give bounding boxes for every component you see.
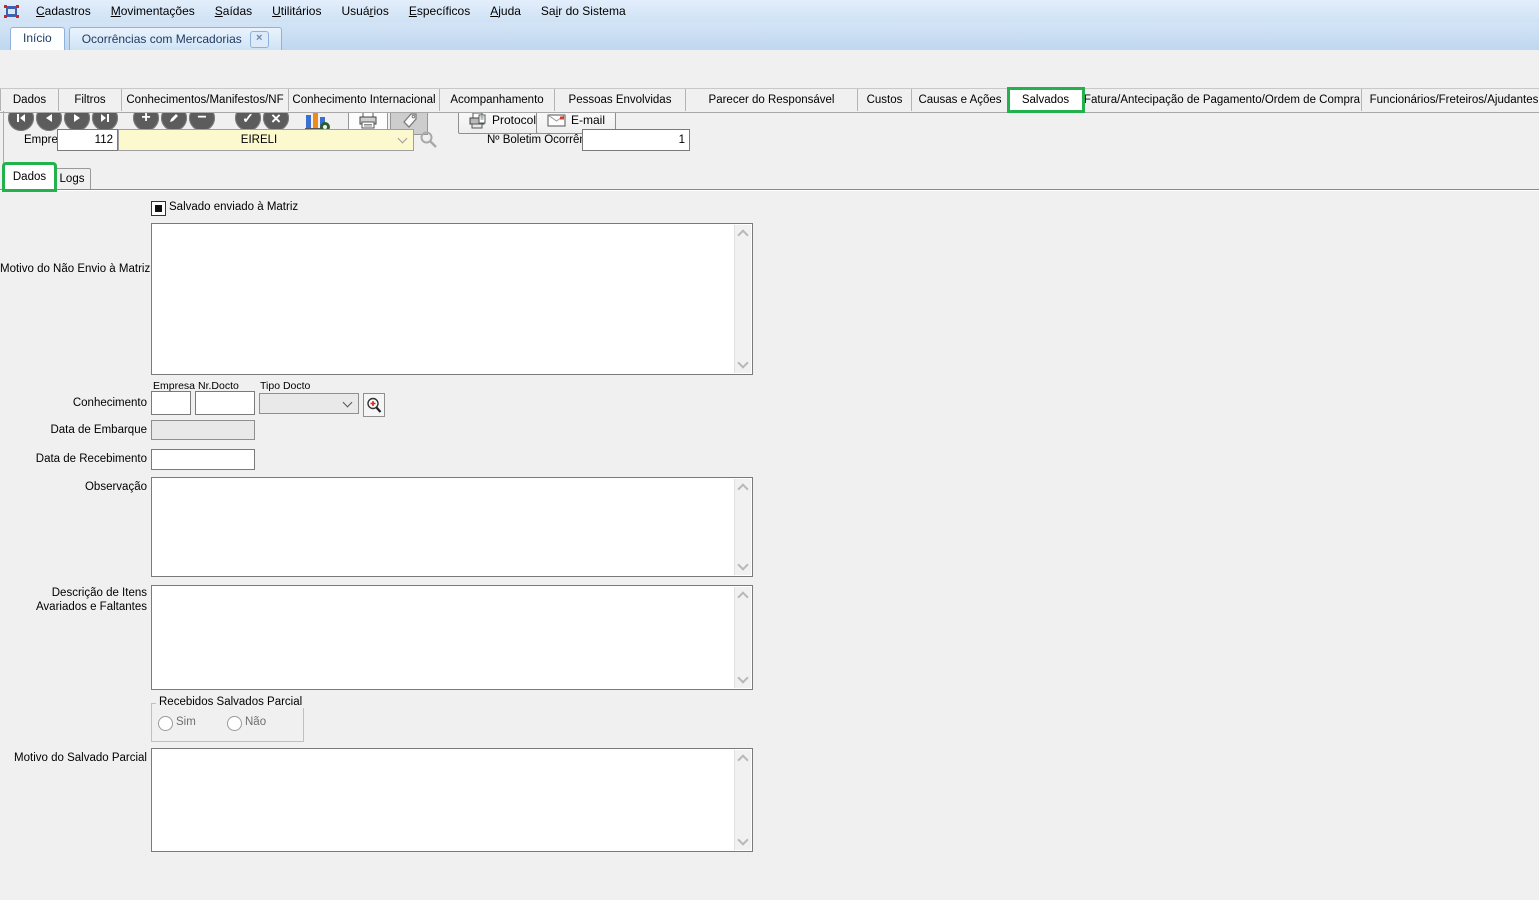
empresa-code-input[interactable] — [57, 129, 118, 151]
chevron-down-icon[interactable] — [397, 133, 408, 144]
sub-tab-dados[interactable]: Dados — [2, 162, 57, 192]
main-tab-acompanhamento[interactable]: Acompanhamento — [440, 89, 555, 111]
menu-item-movimentacoes[interactable]: Movimentações — [101, 2, 205, 20]
vertical-scrollbar[interactable] — [734, 587, 751, 688]
main-tab-funcionarios-freteiros-ajudantes[interactable]: Funcionários/Freteiros/Ajudantes — [1362, 89, 1539, 111]
previous-record-icon — [46, 114, 52, 122]
observacao-label: Observação — [84, 481, 147, 493]
empresa-name-combo[interactable]: EIRELI — [118, 129, 414, 151]
radio-sim-label: Sim — [176, 716, 196, 728]
main-tab-causas-e-acoes[interactable]: Causas e Ações — [912, 89, 1009, 111]
tipo-docto-select[interactable] — [259, 393, 359, 414]
app-icon — [4, 4, 19, 18]
conhecimento-nrdocto-input[interactable] — [195, 391, 255, 415]
menu-item-cadastros[interactable]: Cadastros — [26, 2, 101, 20]
observacao-textarea[interactable] — [151, 477, 753, 577]
last-record-icon — [101, 114, 109, 122]
document-tab-bar: Início Ocorrências com Mercadorias × — [0, 22, 1539, 51]
menu-item-utilitarios[interactable]: Utilitários — [262, 2, 331, 20]
main-tab-pessoas-envolvidas[interactable]: Pessoas Envolvidas — [555, 89, 686, 111]
app-window: Cadastros Movimentações Saídas Utilitári… — [0, 0, 1539, 900]
next-record-icon — [74, 114, 80, 122]
pencil-icon — [170, 114, 178, 122]
descricao-itens-textarea[interactable] — [151, 585, 753, 690]
empresa-name-value: EIRELI — [240, 134, 278, 146]
email-icon — [547, 114, 566, 126]
sub-tab-logs[interactable]: Logs — [53, 168, 91, 190]
email-label: E-mail — [571, 113, 606, 127]
main-tab-conhecimentos-manifestos-nf[interactable]: Conhecimentos/Manifestos/NF — [122, 89, 289, 111]
data-embarque-label: Data de Embarque — [50, 424, 147, 436]
first-record-icon — [17, 114, 25, 122]
descricao-itens-label-line2: Avariados e Faltantes — [35, 601, 147, 613]
main-tab-custos[interactable]: Custos — [858, 89, 912, 111]
main-tab-fatura-antecipacao[interactable]: Fatura/Antecipação de Pagamento/Ordem de… — [1083, 89, 1362, 111]
chevron-down-icon[interactable] — [342, 397, 353, 407]
close-tab-icon[interactable]: × — [249, 30, 269, 48]
radio-nao[interactable] — [227, 716, 242, 731]
main-tab-dados[interactable]: Dados — [0, 89, 59, 111]
scroll-up-icon[interactable] — [737, 754, 749, 766]
data-embarque-input — [151, 420, 255, 440]
menu-item-usuarios[interactable]: Usuários — [331, 2, 398, 20]
conhecimento-search-button[interactable] — [363, 393, 385, 417]
menu-item-especificos[interactable]: Específicos — [399, 2, 480, 20]
printer-icon — [359, 111, 377, 129]
menu-bar: Cadastros Movimentações Saídas Utilitári… — [0, 0, 1539, 23]
menu-item-ajuda[interactable]: Ajuda — [480, 2, 531, 20]
zoom-plus-icon — [367, 397, 382, 413]
salvado-enviado-matriz-label: Salvado enviado à Matriz — [169, 201, 299, 213]
menu-item-sair-do-sistema[interactable]: Sair do Sistema — [531, 2, 636, 20]
scroll-up-icon[interactable] — [737, 229, 749, 241]
salvado-enviado-matriz-checkbox[interactable] — [151, 201, 166, 216]
main-tab-conhecimento-internacional[interactable]: Conhecimento Internacional — [289, 89, 440, 111]
main-tab-filtros[interactable]: Filtros — [59, 89, 122, 111]
main-tab-salvados[interactable]: Salvados — [1007, 87, 1085, 113]
motivo-nao-envio-textarea[interactable] — [151, 223, 753, 375]
radio-sim[interactable] — [158, 716, 173, 731]
tab-ocorrencias-com-mercadorias[interactable]: Ocorrências com Mercadorias × — [68, 27, 282, 50]
radio-nao-label: Não — [245, 716, 267, 728]
conhecimento-empresa-input[interactable] — [151, 391, 191, 415]
scroll-up-icon[interactable] — [737, 591, 749, 603]
data-recebimento-label: Data de Recebimento — [35, 453, 147, 465]
boletim-ocorrencia-input[interactable] — [582, 129, 690, 151]
motivo-salvado-parcial-label: Motivo do Salvado Parcial — [14, 752, 147, 764]
data-recebimento-input[interactable] — [151, 449, 255, 470]
conhecimento-label: Conhecimento — [72, 397, 147, 409]
recebidos-salvados-parcial-label: Recebidos Salvados Parcial — [156, 696, 306, 708]
scroll-down-icon[interactable] — [737, 672, 749, 684]
motivo-nao-envio-label: Motivo do Não Envio à Matriz — [0, 263, 151, 275]
check-icon: ✓ — [242, 110, 254, 126]
protocol-printer-icon — [469, 112, 486, 128]
scroll-down-icon[interactable] — [737, 834, 749, 846]
menu-item-saidas[interactable]: Saídas — [205, 2, 262, 20]
tab-inicio[interactable]: Início — [10, 27, 65, 50]
vertical-scrollbar[interactable] — [734, 225, 751, 373]
search-icon[interactable] — [419, 130, 438, 149]
vertical-scrollbar[interactable] — [734, 479, 751, 575]
scroll-up-icon[interactable] — [737, 483, 749, 495]
vertical-scrollbar[interactable] — [734, 750, 751, 850]
scroll-down-icon[interactable] — [737, 357, 749, 369]
descricao-itens-label-line1: Descrição de Itens — [51, 587, 147, 599]
main-tab-strip: Dados Filtros Conhecimentos/Manifestos/N… — [0, 87, 1539, 113]
checkbox-filled-mark — [155, 205, 162, 212]
motivo-salvado-parcial-textarea[interactable] — [151, 748, 753, 852]
tag-icon — [402, 112, 417, 128]
toolbar: + − ✓ × Protocolo E-mail — [0, 50, 1539, 135]
scroll-down-icon[interactable] — [737, 559, 749, 571]
main-tab-parecer-do-responsavel[interactable]: Parecer do Responsável — [686, 89, 858, 111]
conhecimento-col-tipodocto-header: Tipo Docto — [260, 380, 311, 392]
